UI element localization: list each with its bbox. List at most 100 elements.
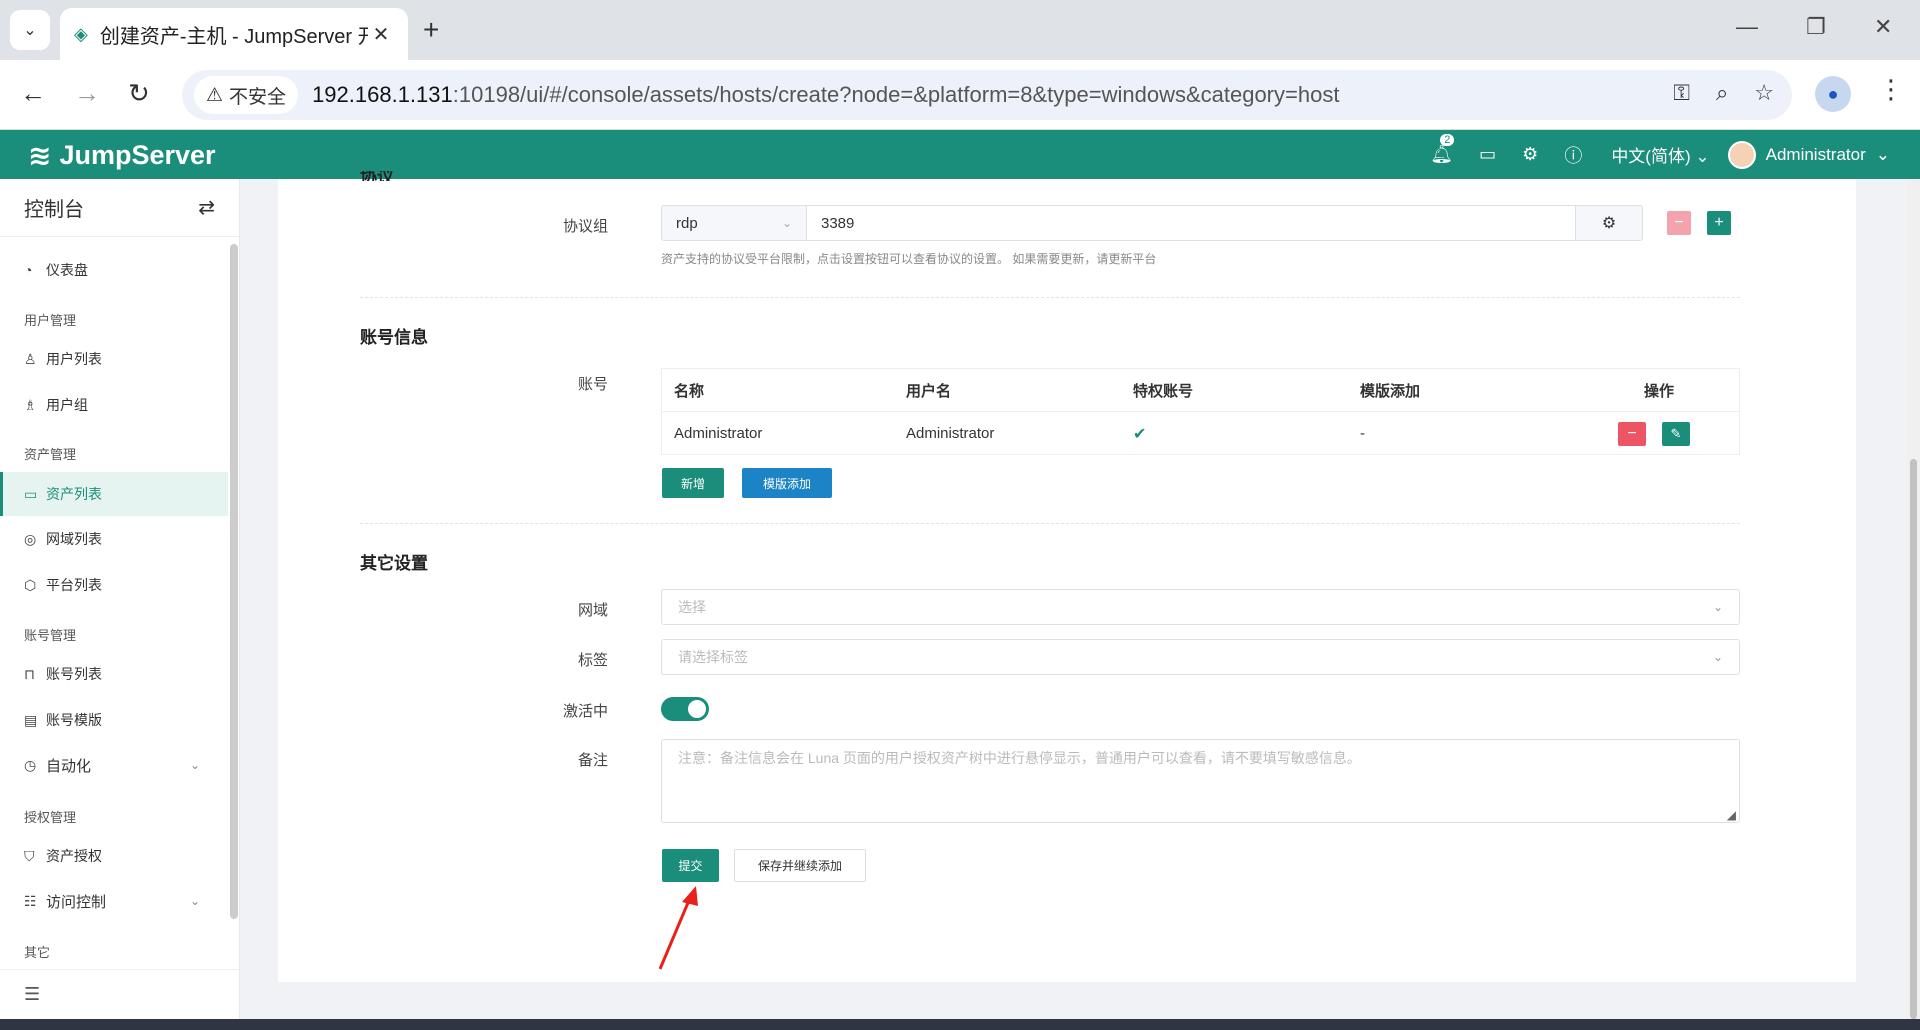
user-menu[interactable]: Administrator ⌄ bbox=[1727, 140, 1890, 169]
new-tab-button[interactable]: + bbox=[423, 14, 439, 46]
domain-select[interactable]: 选择 ⌄ bbox=[661, 589, 1740, 625]
reload-button[interactable]: ↻ bbox=[128, 78, 150, 109]
user-icon: ♙ bbox=[24, 350, 37, 367]
table-header: 模版添加 bbox=[1360, 382, 1421, 400]
person-icon: ● bbox=[1827, 83, 1839, 104]
protocol-port-input[interactable]: 3389 bbox=[806, 205, 1576, 241]
chevron-down-icon: ⌄ bbox=[1712, 600, 1723, 614]
labels-select[interactable]: 请选择标签 ⌄ bbox=[661, 639, 1740, 675]
browser-menu-icon[interactable]: ⋮ bbox=[1878, 74, 1904, 105]
sidebar-item-label: 仪表盘 bbox=[46, 262, 88, 278]
template-add-button[interactable]: 模版添加 bbox=[742, 468, 832, 498]
url-text[interactable]: 192.168.1.131:10198/ui/#/console/assets/… bbox=[312, 82, 1339, 108]
chevron-down-icon: ⌄ bbox=[781, 216, 792, 230]
notification-badge: 2 bbox=[1440, 134, 1455, 146]
remove-protocol-button[interactable]: − bbox=[1667, 211, 1691, 235]
sidebar-item-label: 自动化 bbox=[46, 757, 92, 775]
sidebar-item-platform-list[interactable]: ⬡ 平台列表 bbox=[0, 563, 228, 607]
page-scrollbar[interactable] bbox=[1907, 179, 1920, 1019]
section-other-title: 其它设置 bbox=[360, 554, 428, 573]
sidebar-title: 控制台 bbox=[24, 199, 84, 221]
zoom-icon[interactable]: ⌕ bbox=[1716, 80, 1728, 106]
sidebar-item-user-list[interactable]: ♙ 用户列表 bbox=[0, 337, 228, 381]
sidebar-item-label: 平台列表 bbox=[46, 577, 102, 593]
table-header: 特权账号 bbox=[1133, 382, 1194, 400]
table-header: 名称 bbox=[674, 382, 705, 400]
sidebar-item-asset-permission[interactable]: ⛉ 资产授权 bbox=[0, 834, 228, 878]
browser-tab-active[interactable]: ◈ 创建资产-主机 - JumpServer 开 ✕ bbox=[60, 8, 408, 60]
bookmark-star-icon[interactable]: ☆ bbox=[1754, 80, 1774, 106]
switch-icon[interactable]: ⇄ bbox=[198, 195, 215, 220]
section-account-title: 账号信息 bbox=[360, 328, 428, 347]
sidebar-item-label: 用户列表 bbox=[46, 351, 102, 367]
browser-tab-strip: ⌄ ◈ 创建资产-主机 - JumpServer 开 ✕ + — ❐ ✕ bbox=[0, 0, 1920, 60]
forward-button[interactable]: → bbox=[74, 78, 100, 109]
bell-icon[interactable]: 🔔︎ 2 bbox=[1430, 134, 1455, 165]
comment-textarea[interactable]: 注意：备注信息会在 Luna 页面的用户授权资产树中进行悬停显示，普通用户可以查… bbox=[661, 739, 1740, 823]
username: Administrator bbox=[1765, 144, 1866, 164]
sidebar-scrollbar[interactable] bbox=[230, 244, 238, 919]
sidebar-item-account-list[interactable]: ⊓ 账号列表 bbox=[0, 652, 228, 696]
protocol-settings-button[interactable]: ⚙ bbox=[1575, 205, 1643, 241]
language-switcher[interactable]: 中文(简体) ⌄ bbox=[1611, 142, 1709, 167]
chevron-down-icon: ⌄ bbox=[1875, 144, 1890, 164]
app-header: ≋ JumpServer 🔔︎ 2 ▭ ⚙ ⓘ 中文(简体) ⌄ Administ… bbox=[0, 130, 1920, 179]
address-bar[interactable]: ⚠ 不安全 192.168.1.131:10198/ui/#/console/a… bbox=[182, 70, 1792, 120]
annotation-arrow-icon bbox=[658, 886, 698, 970]
profile-avatar[interactable]: ● bbox=[1815, 76, 1851, 112]
sidebar-item-label: 用户组 bbox=[46, 397, 88, 413]
delete-account-button[interactable]: − bbox=[1618, 422, 1646, 446]
protocol-select[interactable]: rdp ⌄ bbox=[661, 205, 807, 241]
table-cell-username: Administrator bbox=[906, 425, 995, 442]
add-protocol-button[interactable]: + bbox=[1707, 211, 1731, 235]
asset-create-form: 协议 协议组 rdp ⌄ 3389 ⚙ − + 资产支持的协议受平台限制，点击设置… bbox=[278, 171, 1856, 982]
section-protocol-title: 协议 bbox=[360, 171, 394, 181]
browser-toolbar: ← → ↻ ⚠ 不安全 192.168.1.131:10198/ui/#/con… bbox=[0, 60, 1920, 130]
key-icon[interactable]: ⚿ bbox=[1673, 80, 1690, 106]
url-path: :10198/ui/#/console/assets/hosts/create?… bbox=[452, 82, 1340, 107]
sidebar-item-account-template[interactable]: ▤ 账号模版 bbox=[0, 698, 228, 742]
sidebar-item-access-control[interactable]: ☷ 访问控制 ⌄ bbox=[0, 879, 228, 923]
terminal-icon[interactable]: ▭ bbox=[1479, 144, 1496, 165]
sidebar-item-user-group[interactable]: ♗ 用户组 bbox=[0, 383, 228, 427]
tab-search-button[interactable]: ⌄ bbox=[10, 10, 50, 50]
sidebar-item-label: 资产列表 bbox=[46, 486, 102, 502]
edit-account-button[interactable]: ✎ bbox=[1662, 422, 1690, 446]
sidebar-item-dashboard[interactable]: ◔ 仪表盘 bbox=[0, 248, 228, 292]
sidebar-group-asset: 资产管理 bbox=[24, 447, 77, 462]
back-button[interactable]: ← bbox=[20, 78, 46, 109]
tab-close-icon[interactable]: ✕ bbox=[368, 22, 394, 47]
shield-icon: ⛉ bbox=[24, 847, 35, 864]
minimize-button[interactable]: — bbox=[1736, 14, 1758, 40]
sidebar-group-account: 账号管理 bbox=[24, 628, 77, 643]
collapse-menu-icon[interactable]: ☰ bbox=[0, 969, 239, 1019]
sidebar-item-domain-list[interactable]: ◎ 网域列表 bbox=[0, 517, 228, 561]
url-host: 192.168.1.131 bbox=[312, 82, 453, 107]
avatar bbox=[1727, 140, 1756, 169]
brand-logo[interactable]: ≋ JumpServer bbox=[28, 139, 216, 172]
sidebar-item-automation[interactable]: ◷ 自动化 ⌄ bbox=[0, 743, 228, 787]
protocol-help-text: 资产支持的协议受平台限制，点击设置按钮可以查看协议的设置。 如果需要更新，请更新… bbox=[661, 252, 1157, 266]
protocol-group-label: 协议组 bbox=[562, 218, 608, 235]
add-account-button[interactable]: 新增 bbox=[662, 468, 724, 498]
table-header: 用户名 bbox=[906, 382, 952, 400]
cube-icon: ⬡ bbox=[24, 576, 37, 593]
sidebar-item-label: 账号模版 bbox=[46, 712, 102, 728]
window-close-button[interactable]: ✕ bbox=[1874, 14, 1892, 40]
sidebar-group-user: 用户管理 bbox=[24, 313, 77, 328]
chevron-down-icon: ⌄ bbox=[1712, 650, 1723, 664]
gear-icon[interactable]: ⚙ bbox=[1522, 144, 1538, 165]
security-chip[interactable]: ⚠ 不安全 bbox=[194, 76, 299, 114]
help-icon[interactable]: ⓘ bbox=[1564, 142, 1582, 168]
restore-button[interactable]: ❐ bbox=[1806, 14, 1826, 40]
active-toggle[interactable] bbox=[661, 697, 709, 721]
sidebar-item-asset-list[interactable]: ▭ 资产列表 bbox=[0, 472, 228, 516]
submit-button[interactable]: 提交 bbox=[662, 849, 719, 882]
labels-placeholder: 请选择标签 bbox=[678, 649, 748, 665]
table-cell-name: Administrator bbox=[674, 425, 763, 442]
table-header: 操作 bbox=[1644, 382, 1675, 400]
save-and-continue-button[interactable]: 保存并继续添加 bbox=[734, 849, 866, 882]
scrollbar-thumb[interactable] bbox=[1910, 459, 1917, 1019]
account-table: 名称 用户名 特权账号 模版添加 操作 Administrator Admini… bbox=[661, 368, 1740, 455]
resize-handle-icon[interactable]: ◢ bbox=[1727, 808, 1736, 822]
